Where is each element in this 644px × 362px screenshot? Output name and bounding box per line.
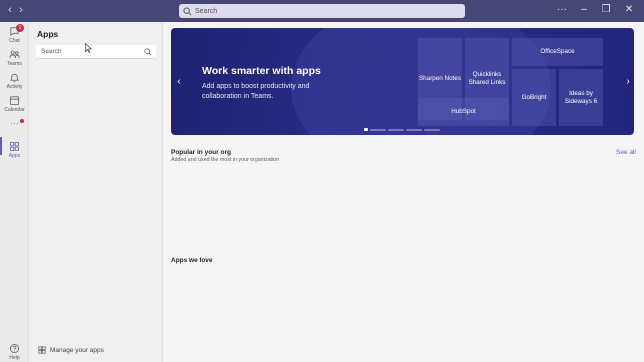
app-rail: 1 Chat Teams Activity Calendar ··· Apps … [0, 22, 29, 362]
rail-item-teams[interactable]: Teams [0, 49, 29, 67]
manage-apps-icon [38, 346, 46, 354]
calendar-icon [9, 96, 20, 106]
app-tile-gobright[interactable]: GoBright [512, 69, 556, 126]
chat-badge: 1 [16, 24, 24, 32]
search-icon [183, 6, 192, 15]
rail-item-calendar[interactable]: Calendar [0, 95, 29, 113]
manage-apps-label: Manage your apps [50, 346, 104, 354]
rail-label-calendar: Calendar [4, 107, 25, 113]
popular-section-subtitle: Added and used the most in your organiza… [171, 157, 280, 163]
apps-icon [9, 141, 20, 152]
main-content: ‹ Work smarter with apps Add apps to boo… [163, 22, 644, 362]
apps-search-input[interactable]: Search [36, 45, 156, 59]
rail-item-apps[interactable]: Apps [0, 141, 29, 159]
bell-icon [9, 73, 20, 83]
apps-we-love-title: Apps we love [171, 257, 213, 264]
rail-more-apps[interactable]: ··· [0, 119, 29, 128]
carousel-indicators [364, 128, 442, 131]
teams-icon [9, 50, 20, 59]
banner-subtext: Add apps to boost productivity and colla… [202, 83, 310, 100]
carousel-dot[interactable] [388, 128, 404, 131]
maximize-icon[interactable]: ❐ [600, 3, 612, 17]
forward-arrow-icon[interactable]: › [16, 4, 26, 16]
featured-banner: ‹ Work smarter with apps Add apps to boo… [171, 28, 634, 135]
banner-previous-icon[interactable]: ‹ [174, 76, 184, 87]
carousel-dot[interactable] [364, 128, 368, 131]
apps-search-placeholder: Search [41, 48, 62, 55]
banner-next-icon[interactable]: › [623, 76, 633, 87]
rail-item-activity[interactable]: Activity [0, 72, 29, 90]
carousel-dot[interactable] [370, 128, 386, 131]
apps-side-panel: Apps Search Manage your apps [29, 22, 163, 362]
global-search-input[interactable]: Search [179, 4, 465, 18]
page-title: Apps [37, 29, 59, 39]
mouse-cursor-icon [85, 43, 92, 53]
app-tile-officespace[interactable]: OfficeSpace [512, 38, 603, 66]
carousel-dot[interactable] [406, 128, 422, 131]
see-all-link[interactable]: See all [616, 149, 636, 156]
global-search-placeholder: Search [195, 7, 218, 15]
app-tile-ideas-by-sideways[interactable]: Ideas by Sideways 6 [559, 69, 603, 126]
minimize-icon[interactable]: – [578, 3, 590, 17]
rail-label-teams: Teams [7, 61, 22, 67]
app-tile-hubspot[interactable]: HubSpot [418, 98, 509, 126]
close-icon[interactable]: ✕ [623, 3, 635, 17]
rail-item-help[interactable]: Help [0, 343, 29, 361]
help-icon [9, 343, 20, 354]
rail-label-help: Help [9, 355, 20, 361]
title-bar: ‹ › Search ··· – ❐ ✕ [0, 0, 644, 22]
manage-apps-link[interactable]: Manage your apps [38, 346, 104, 354]
banner-headline: Work smarter with apps [202, 65, 321, 77]
rail-label-apps: Apps [8, 153, 21, 159]
notification-dot [20, 119, 24, 123]
rail-label-activity: Activity [6, 84, 23, 90]
more-options-icon[interactable]: ··· [556, 3, 568, 17]
back-arrow-icon[interactable]: ‹ [5, 4, 15, 16]
popular-section-title: Popular in your org [171, 149, 231, 156]
search-icon [144, 48, 152, 56]
more-apps-icon: ··· [10, 119, 19, 128]
rail-item-chat[interactable]: 1 Chat [0, 24, 29, 44]
carousel-dot[interactable] [424, 128, 440, 131]
rail-label-chat: Chat [9, 38, 20, 44]
